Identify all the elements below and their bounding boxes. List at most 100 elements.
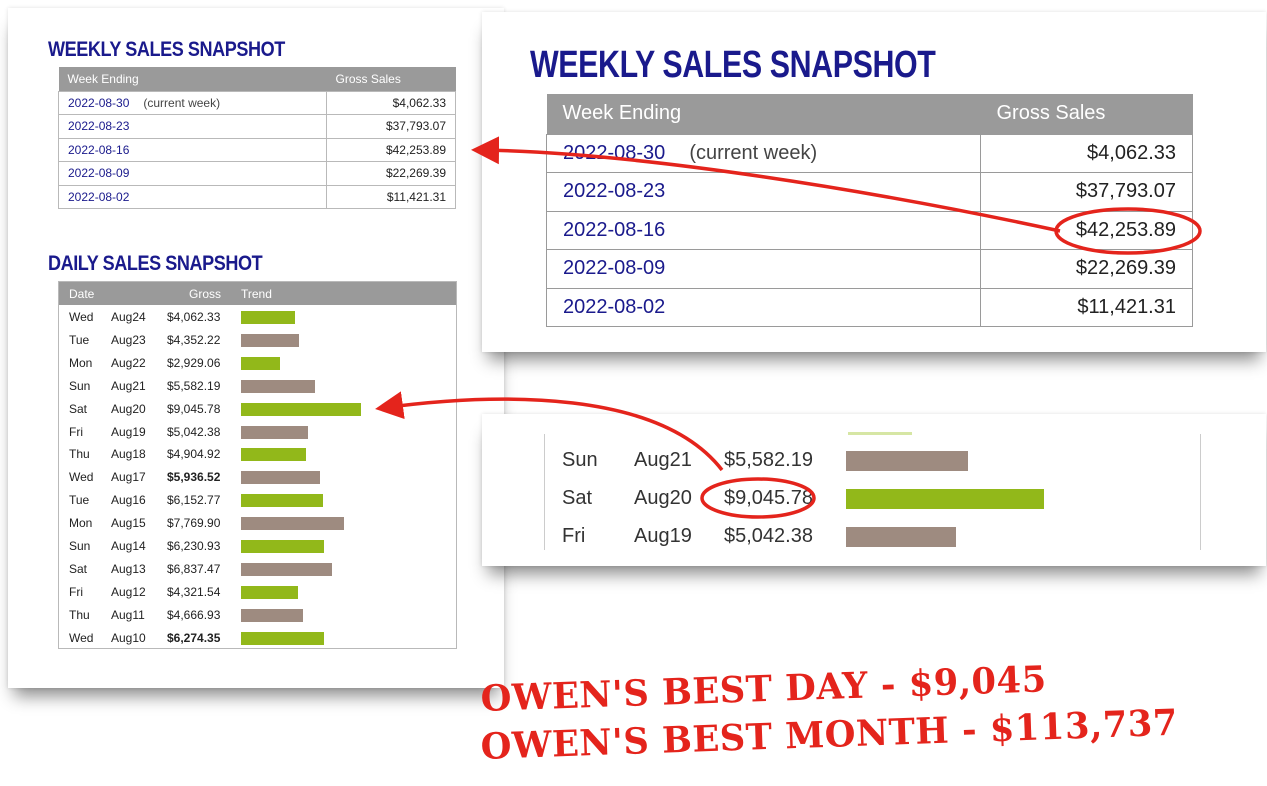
daily-row: Wed Aug10 $6,274.35	[59, 627, 456, 650]
daily-date: Aug19	[634, 525, 692, 547]
daily-day: Tue	[69, 493, 90, 508]
week-date-link[interactable]: 2022-08-09	[58, 161, 327, 186]
daily-day: Sat	[562, 487, 593, 509]
daily-day: Wed	[69, 630, 94, 645]
weekly-sales-table-zoom: Week Ending Gross Sales 2022-08-30 (curre…	[546, 94, 1193, 327]
gross-sales-cell: $11,421.31	[980, 287, 1193, 327]
gross-sales-cell: $4,062.33	[980, 133, 1193, 173]
daily-day: Fri	[562, 525, 586, 547]
trend-bar	[846, 527, 957, 547]
daily-date: Aug21	[634, 449, 692, 471]
table-border-left	[544, 434, 545, 550]
daily-table-header: Date Gross Trend	[59, 282, 456, 305]
daily-row: Tue Aug23 $4,352.22	[59, 329, 456, 352]
daily-date: Aug12	[111, 584, 146, 599]
trend-bar	[241, 425, 308, 439]
weekly-table-header: Week Ending Gross Sales	[546, 94, 1193, 134]
week-ending-header: Week Ending	[58, 67, 327, 91]
gross-sales-header: Gross Sales	[980, 94, 1193, 134]
trend-bar	[846, 451, 969, 471]
week-ending-cell[interactable]: 2022-08-30 (current week)	[58, 90, 327, 115]
trend-bar	[241, 448, 307, 462]
daily-row: Sat Aug13 $6,837.47	[59, 558, 456, 581]
daily-gross: $4,904.92	[167, 447, 221, 462]
daily-date: Aug10	[111, 630, 146, 645]
daily-gross: $6,230.93	[167, 539, 221, 553]
weekly-sales-title-zoom: WEEKLY SALES SNAPSHOT	[530, 44, 936, 86]
daily-date: Aug20	[111, 401, 146, 416]
daily-gross: $6,152.77	[167, 493, 221, 508]
trend-bar	[241, 562, 332, 576]
daily-row: Wed Aug24 $4,062.33	[59, 306, 456, 329]
trend-bar	[241, 333, 299, 347]
daily-day: Mon	[69, 355, 93, 370]
daily-date: Aug24	[111, 310, 146, 324]
week-ending-cell[interactable]: 2022-08-30 (current week)	[546, 133, 981, 173]
gross-header: Gross	[189, 287, 222, 301]
daily-gross: $5,042.38	[724, 525, 813, 547]
daily-day: Tue	[69, 332, 90, 347]
daily-gross: $5,936.52	[167, 470, 221, 485]
trend-bar	[241, 379, 316, 393]
weekly-sales-title: WEEKLY SALES SNAPSHOT	[48, 38, 285, 61]
daily-day: Thu	[69, 607, 90, 622]
gross-sales-cell: $22,269.39	[980, 249, 1193, 289]
trend-bar	[241, 494, 323, 508]
week-date-link[interactable]: 2022-08-02	[546, 287, 981, 327]
trend-bar	[241, 540, 324, 553]
week-date-link[interactable]: 2022-08-02	[58, 184, 327, 209]
table-row: 2022-08-23 $37,793.07	[546, 172, 1193, 212]
weekly-table-header: Week Ending Gross Sales	[58, 67, 456, 91]
week-date-link[interactable]: 2022-08-23	[546, 172, 981, 212]
daily-date: Aug11	[111, 607, 145, 622]
week-date-link[interactable]: 2022-08-30	[563, 142, 665, 164]
gross-sales-cell: $4,062.33	[326, 90, 456, 115]
daily-row: Tue Aug16 $6,152.77	[59, 489, 456, 512]
week-date-link[interactable]: 2022-08-23	[58, 114, 327, 139]
trend-bar	[241, 585, 299, 599]
week-date-link[interactable]: 2022-08-16	[58, 137, 327, 162]
trend-bar-partial	[848, 432, 912, 435]
current-week-note: (current week)	[689, 141, 818, 164]
gross-sales-cell: $42,253.89	[326, 137, 456, 162]
daily-gross: $5,042.38	[167, 424, 221, 439]
trend-header: Trend	[241, 287, 272, 301]
daily-day: Fri	[69, 584, 83, 599]
gross-sales-header: Gross Sales	[326, 67, 456, 91]
daily-gross: $4,062.33	[167, 310, 221, 324]
gross-sales-cell: $37,793.07	[980, 172, 1193, 212]
week-date-link[interactable]: 2022-08-16	[546, 210, 981, 250]
gross-sales-cell: $37,793.07	[326, 114, 456, 139]
daily-date: Aug18	[111, 447, 146, 462]
daily-row: Thu Aug11 $4,666.93	[59, 604, 456, 627]
table-row: 2022-08-30 (current week) $4,062.33	[546, 133, 1193, 173]
week-date-link[interactable]: 2022-08-30	[68, 96, 129, 110]
daily-zoom-card: Sun Aug21 $5,582.19 Sat Aug20 $9,045.78 Fri Aug…	[482, 414, 1266, 566]
daily-day: Fri	[69, 424, 83, 439]
week-date-link[interactable]: 2022-08-09	[546, 249, 981, 289]
daily-gross: $4,321.54	[167, 584, 221, 599]
table-row: 2022-08-16 $42,253.89	[546, 210, 1193, 250]
daily-date: Aug15	[111, 516, 146, 531]
daily-gross: $6,274.35	[167, 630, 221, 645]
trend-bar	[241, 471, 320, 485]
daily-row: Thu Aug18 $4,904.92	[59, 443, 456, 466]
daily-row: Fri Aug19 $5,042.38	[59, 421, 456, 444]
table-row: 2022-08-02 $11,421.31	[546, 287, 1193, 327]
daily-gross: $5,582.19	[167, 378, 221, 393]
daily-day: Sat	[69, 401, 88, 416]
trend-bar	[241, 517, 345, 531]
current-week-note: (current week)	[143, 95, 221, 110]
gross-sales-cell: $11,421.31	[326, 184, 456, 209]
daily-row: Sun Aug21 $5,582.19	[59, 375, 456, 398]
daily-date: Aug22	[111, 355, 146, 370]
daily-row-zoom: Fri Aug19 $5,042.38	[562, 519, 1262, 555]
daily-sales-title: DAILY SALES SNAPSHOT	[48, 252, 263, 275]
daily-row: Fri Aug12 $4,321.54	[59, 581, 456, 604]
daily-day: Wed	[69, 310, 94, 324]
table-row: 2022-08-30 (current week) $4,062.33	[58, 90, 456, 115]
daily-date: Aug17	[111, 470, 146, 485]
daily-row: Mon Aug15 $7,769.90	[59, 512, 456, 535]
gross-sales-cell-highlighted: $42,253.89	[980, 210, 1193, 250]
daily-sales-table: Date Gross Trend Wed Aug24 $4,062.33 Tue Aug…	[58, 281, 457, 649]
